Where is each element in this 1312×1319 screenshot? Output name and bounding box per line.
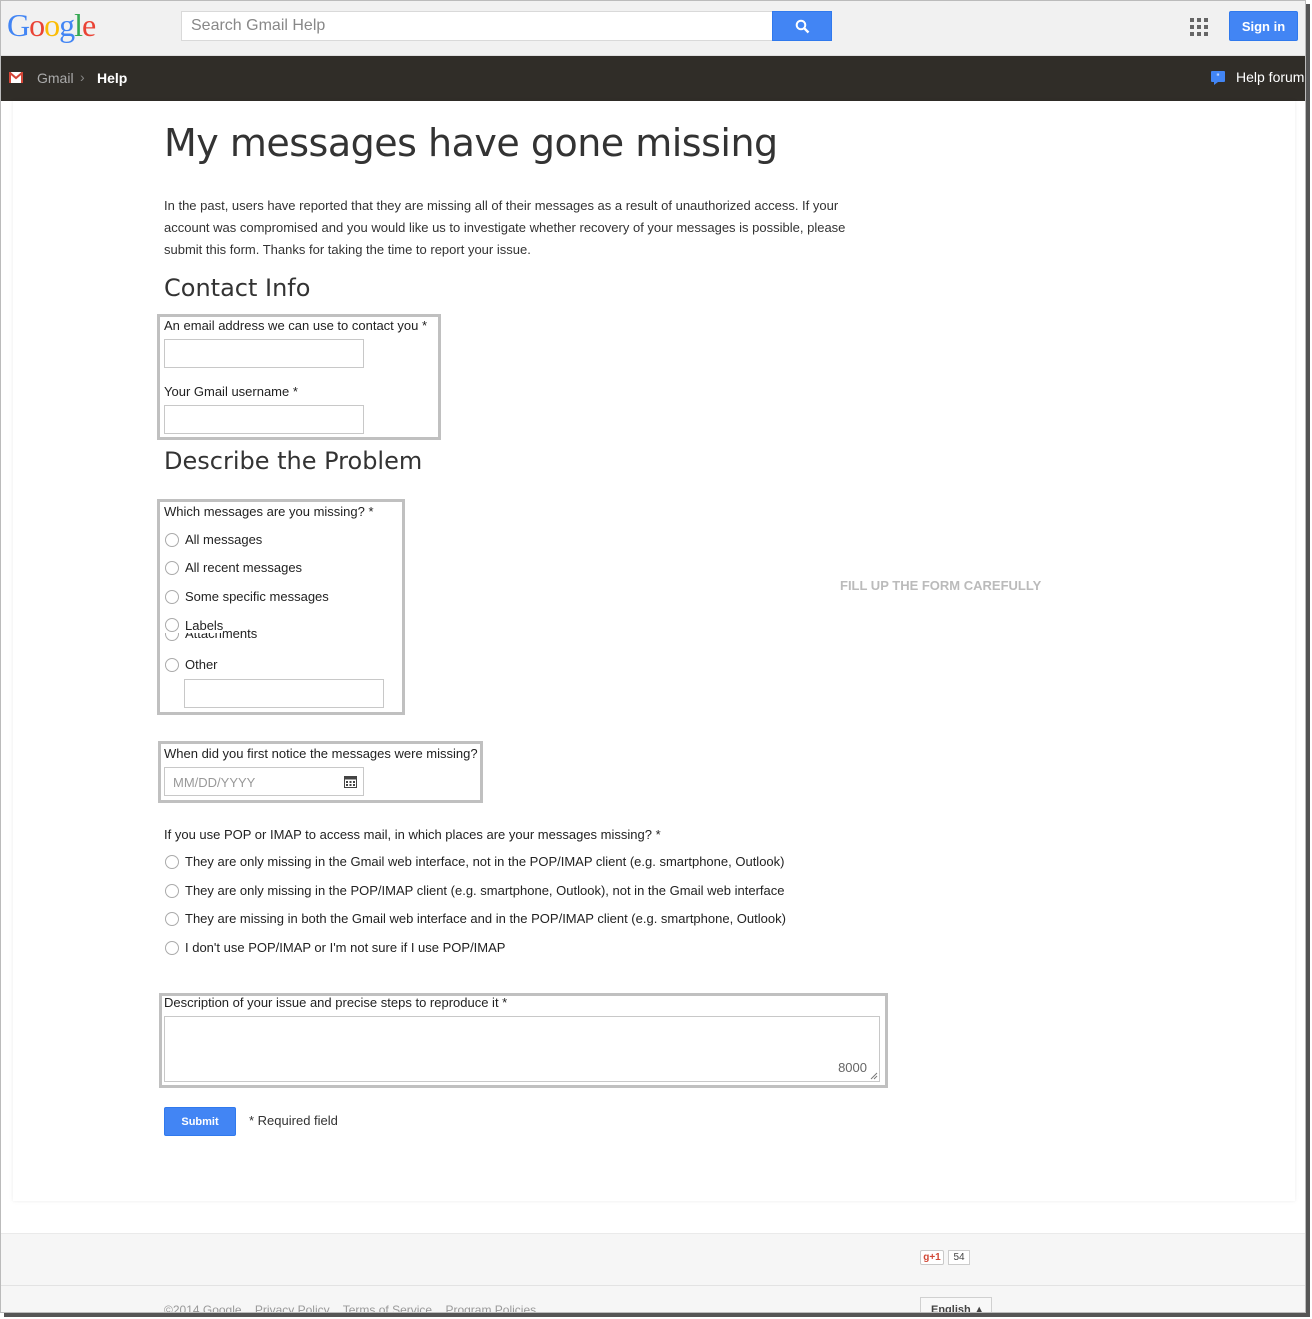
when-label: When did you first notice the messages w… xyxy=(164,746,478,761)
description-textarea[interactable]: 8000 xyxy=(164,1016,880,1082)
radio-pop-client-only[interactable]: They are only missing in the POP/IMAP cl… xyxy=(165,883,784,898)
caret-up-icon: ▲ xyxy=(973,1304,985,1313)
footer-policies-link[interactable]: Program Policies xyxy=(445,1303,536,1312)
radio-button[interactable] xyxy=(165,854,179,869)
radio-label: I don't use POP/IMAP or I'm not sure if … xyxy=(185,940,506,955)
radio-pop-unsure[interactable]: I don't use POP/IMAP or I'm not sure if … xyxy=(165,940,505,955)
date-placeholder: MM/DD/YYYY xyxy=(173,775,256,790)
logo-letter: e xyxy=(82,7,96,43)
breadcrumb-help[interactable]: Help xyxy=(97,70,127,86)
search-input[interactable] xyxy=(182,12,772,40)
language-label: English xyxy=(931,1304,971,1313)
radio-button[interactable] xyxy=(165,618,179,632)
radio-label: Some specific messages xyxy=(185,589,329,604)
username-field[interactable] xyxy=(164,405,364,434)
radio-all-recent[interactable]: All recent messages xyxy=(165,560,302,575)
radio-button[interactable] xyxy=(165,589,179,604)
form-warning-note: FILL UP THE FORM CAREFULLY xyxy=(840,578,1042,593)
radio-button[interactable] xyxy=(165,657,179,672)
radio-pop-web-only[interactable]: They are only missing in the Gmail web i… xyxy=(165,854,784,869)
nav-bar: Gmail › Help " Help forum xyxy=(1,56,1305,101)
logo-letter: l xyxy=(74,7,83,43)
radio-label: All messages xyxy=(185,532,263,547)
footer-privacy-link[interactable]: Privacy Policy xyxy=(255,1303,330,1312)
radio-other[interactable]: Other xyxy=(165,657,218,672)
footer-copyright: ©2014 Google xyxy=(164,1303,242,1313)
breadcrumb-gmail[interactable]: Gmail xyxy=(37,70,74,86)
search-icon xyxy=(795,19,809,33)
help-forum-link[interactable]: Help forum xyxy=(1236,69,1304,85)
search-button[interactable] xyxy=(772,11,832,41)
radio-labels[interactable]: Labels xyxy=(165,617,224,633)
chevron-right-icon: › xyxy=(80,69,85,85)
contact-heading: Contact Info xyxy=(164,274,311,302)
search-box xyxy=(181,11,773,41)
date-field[interactable]: MM/DD/YYYY xyxy=(164,767,364,796)
submit-button[interactable]: Submit xyxy=(164,1107,236,1136)
logo-letter: G xyxy=(7,7,30,43)
page-frame: Google Sign in Gmail › Help xyxy=(0,0,1306,1313)
radio-label: They are missing in both the Gmail web i… xyxy=(185,911,786,926)
top-bar: Google Sign in xyxy=(1,1,1305,56)
radio-button[interactable] xyxy=(165,560,179,575)
email-field[interactable] xyxy=(164,339,364,368)
google-plus-count: 54 xyxy=(948,1250,970,1265)
footer-links: ©2014 Google Privacy Policy Terms of Ser… xyxy=(164,1303,546,1313)
radio-label: They are only missing in the Gmail web i… xyxy=(185,854,785,869)
logo-letter: o xyxy=(29,7,45,43)
svg-text:": " xyxy=(1216,73,1220,82)
radio-button[interactable] xyxy=(165,911,179,926)
username-label: Your Gmail username * xyxy=(164,384,298,399)
google-plus-button[interactable]: g+1 xyxy=(920,1250,944,1265)
required-field-note: * Required field xyxy=(249,1113,338,1128)
radio-some-specific[interactable]: Some specific messages xyxy=(165,589,329,604)
other-text-field[interactable] xyxy=(184,679,384,708)
radio-label: They are only missing in the POP/IMAP cl… xyxy=(185,883,785,898)
forum-quote-icon: " xyxy=(1211,71,1225,85)
footer-social-bar xyxy=(1,1233,1305,1285)
logo-letter: g xyxy=(59,7,75,43)
footer-terms-link[interactable]: Terms of Service xyxy=(343,1303,432,1312)
radio-button[interactable] xyxy=(165,532,179,547)
radio-button[interactable] xyxy=(165,940,179,955)
resize-handle-icon[interactable] xyxy=(870,1072,878,1080)
radio-label: All recent messages xyxy=(185,560,303,575)
pop-imap-label: If you use POP or IMAP to access mail, i… xyxy=(164,827,661,842)
calendar-icon[interactable] xyxy=(344,776,357,788)
page-title: My messages have gone missing xyxy=(164,121,778,165)
gmail-envelope-icon xyxy=(9,72,23,83)
apps-grid-icon[interactable] xyxy=(1190,18,1208,36)
problem-heading: Describe the Problem xyxy=(164,447,423,475)
radio-all-messages[interactable]: All messages xyxy=(165,532,262,547)
email-label: An email address we can use to contact y… xyxy=(164,318,428,333)
radio-button[interactable] xyxy=(165,883,179,898)
language-selector[interactable]: English ▲ xyxy=(920,1297,992,1313)
character-counter: 8000 xyxy=(838,1060,867,1075)
intro-text: In the past, users have reported that th… xyxy=(164,198,846,257)
sign-in-button[interactable]: Sign in xyxy=(1229,11,1298,41)
logo-letter: o xyxy=(44,7,60,43)
radio-pop-both[interactable]: They are missing in both the Gmail web i… xyxy=(165,911,786,926)
which-messages-label: Which messages are you missing? * xyxy=(164,504,374,519)
description-label: Description of your issue and precise st… xyxy=(164,995,508,1010)
google-logo[interactable]: Google xyxy=(7,7,96,44)
radio-label: Labels xyxy=(185,617,224,633)
radio-label: Other xyxy=(185,657,218,672)
